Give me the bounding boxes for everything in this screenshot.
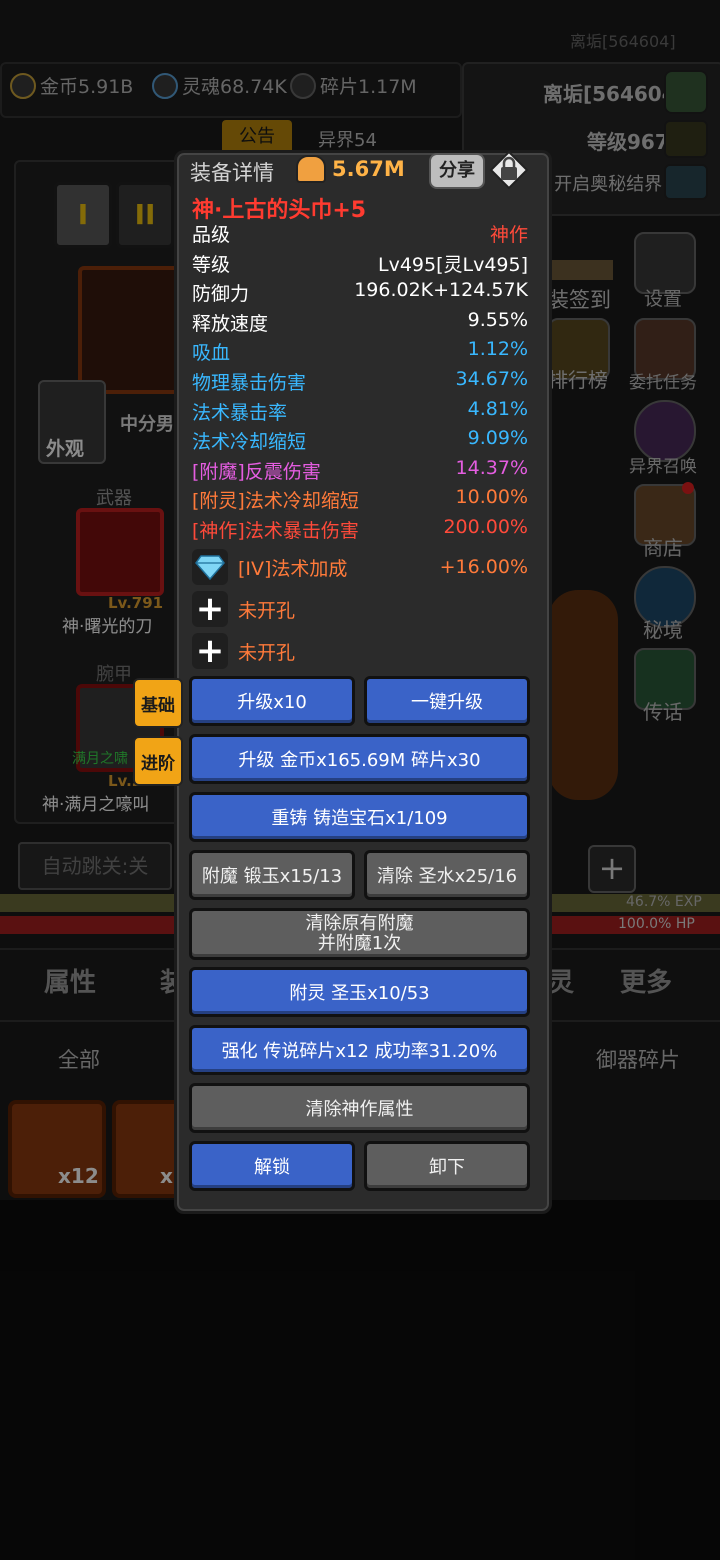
- enchant-button[interactable]: 附魔 锻玉x15/13: [189, 850, 355, 900]
- stat-row: 吸血 1.12%: [192, 338, 528, 368]
- diamond-icon: [192, 549, 228, 585]
- stat-value: 9.55%: [467, 308, 528, 331]
- clear-holy-water-button[interactable]: 清除 圣水x25/16: [364, 850, 530, 900]
- gem-row: [IV]法术加成 +16.00%: [192, 548, 528, 586]
- combat-power: 5.67M: [296, 155, 405, 183]
- combat-power-value: 5.67M: [332, 157, 405, 181]
- socket-2-label: 未开孔: [238, 641, 296, 664]
- basic-tab[interactable]: 基础: [133, 678, 183, 728]
- clear-enchant-line-1: 清除原有附魔: [305, 913, 414, 935]
- one-click-upgrade-button[interactable]: 一键升级: [364, 676, 530, 726]
- stat-key: 等级: [192, 253, 231, 276]
- clear-divine-button[interactable]: 清除神作属性: [189, 1083, 530, 1133]
- stat-row: 物理暴击伤害 34.67%: [192, 368, 528, 398]
- clear-and-enchant-button[interactable]: 清除原有附魔 并附魔1次: [189, 908, 530, 960]
- stat-key: 吸血: [192, 342, 231, 365]
- stat-row: 防御力 196.02K+124.57K: [192, 279, 528, 309]
- stat-key: [神作]法术暴击伤害: [192, 520, 359, 542]
- stat-key: 释放速度: [192, 312, 269, 335]
- plus-icon: +: [192, 589, 228, 629]
- clear-enchant-line-2: 并附魔1次: [317, 933, 402, 954]
- stat-row: [附灵]法术冷却缩短 10.00%: [192, 486, 528, 516]
- spirit-infuse-button[interactable]: 附灵 圣玉x10/53: [189, 967, 530, 1017]
- stat-value: 196.02K+124.57K: [354, 279, 528, 302]
- stat-value: 9.09%: [467, 427, 528, 450]
- advanced-tab[interactable]: 进阶: [133, 736, 183, 786]
- stat-key: [附魔]反震伤害: [192, 460, 321, 483]
- unequip-button[interactable]: 卸下: [364, 1141, 530, 1191]
- stat-row: 法术冷却缩短 9.09%: [192, 427, 528, 457]
- stat-row: 法术暴击率 4.81%: [192, 398, 528, 428]
- stat-value: 神作: [489, 224, 528, 246]
- flexed-arm-icon: [296, 155, 326, 183]
- lock-icon[interactable]: [489, 150, 529, 190]
- stat-value: 200.00%: [443, 516, 528, 538]
- plus-icon: +: [192, 631, 228, 671]
- gem-name: [IV]法术加成: [238, 557, 348, 580]
- stat-key: 防御力: [192, 283, 250, 306]
- stat-value: 14.37%: [455, 456, 528, 479]
- share-button[interactable]: 分享: [429, 153, 485, 189]
- stat-value: 4.81%: [467, 397, 528, 420]
- upgrade-cost-button[interactable]: 升级 金币x165.69M 碎片x30: [189, 734, 530, 784]
- stat-key: 品级: [192, 224, 231, 246]
- stat-value: Lv495[灵Lv495]: [377, 253, 528, 276]
- socket-row-1[interactable]: + 未开孔: [192, 589, 528, 629]
- stat-value: 10.00%: [455, 486, 528, 509]
- gem-value: +16.00%: [439, 556, 528, 578]
- stat-value: 34.67%: [455, 368, 528, 390]
- stat-key: [附灵]法术冷却缩短: [192, 490, 359, 513]
- dialog-title: 装备详情: [190, 161, 274, 185]
- upgrade-x10-button[interactable]: 升级x10: [189, 676, 355, 726]
- socket-1-label: 未开孔: [238, 599, 296, 622]
- stat-row: [神作]法术暴击伤害 200.00%: [192, 516, 528, 546]
- stat-value: 1.12%: [467, 338, 528, 361]
- stat-key: 法术冷却缩短: [192, 431, 307, 454]
- unlock-button[interactable]: 解锁: [189, 1141, 355, 1191]
- socket-row-2[interactable]: + 未开孔: [192, 631, 528, 671]
- stat-row: [附魔]反震伤害 14.37%: [192, 457, 528, 487]
- recast-button[interactable]: 重铸 铸造宝石x1/109: [189, 792, 530, 842]
- stat-row: 释放速度 9.55%: [192, 309, 528, 339]
- stat-key: 物理暴击伤害: [192, 372, 307, 394]
- stat-row: 等级 Lv495[灵Lv495]: [192, 250, 528, 280]
- strengthen-button[interactable]: 强化 传说碎片x12 成功率31.20%: [189, 1025, 530, 1075]
- stat-row: 品级 神作: [192, 220, 528, 250]
- stat-key: 法术暴击率: [192, 401, 288, 424]
